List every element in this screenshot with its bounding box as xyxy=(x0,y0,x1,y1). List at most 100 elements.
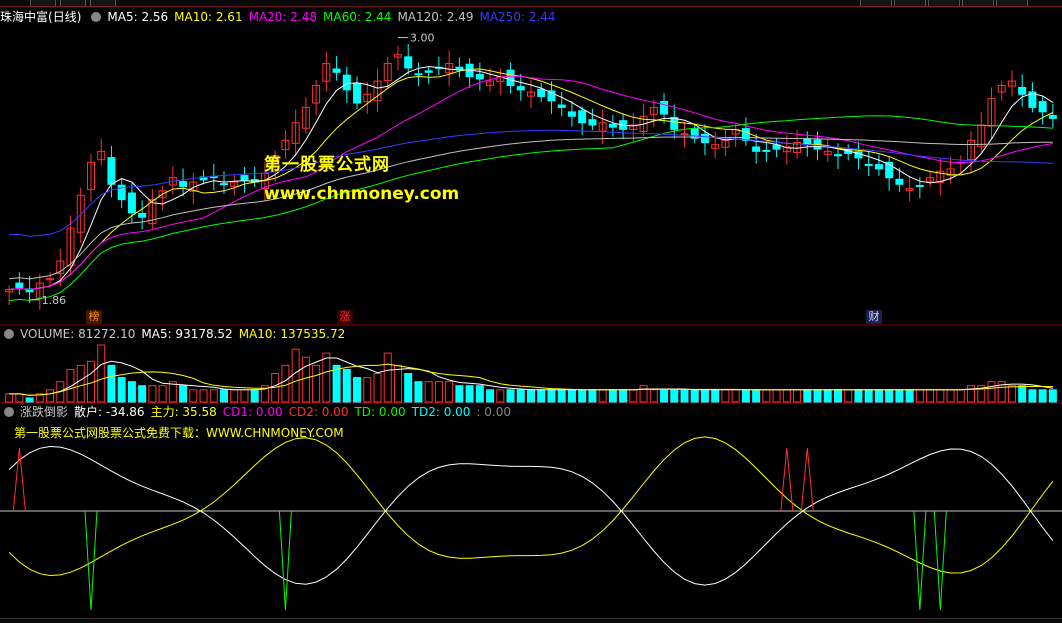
indicator_legend-1: 散户: -34.86 xyxy=(74,405,145,419)
watermark-url: www.chnmoney.com xyxy=(264,184,460,204)
volume-bar xyxy=(711,389,720,403)
volume-bar xyxy=(475,385,484,403)
candle-body xyxy=(1048,115,1057,119)
candle-body xyxy=(1018,86,1027,95)
volume-bar xyxy=(138,385,147,403)
volume-bar xyxy=(383,352,392,403)
volume-bar xyxy=(107,364,116,403)
volume-bar xyxy=(864,389,873,403)
volume-bar xyxy=(762,389,771,403)
volume-bar xyxy=(1038,389,1047,403)
volume-bar xyxy=(220,389,229,403)
indicator-spike-down xyxy=(933,510,947,611)
indicator_legend-4: CD2: 0.00 xyxy=(288,405,349,419)
candle-body xyxy=(475,73,484,80)
indicator-spike-up xyxy=(800,447,814,512)
volume-bar xyxy=(127,381,136,403)
volume-bar xyxy=(629,389,638,403)
stock-chart-window: 3.00 1.86 珠海中富(日线) MA5: 2.56 MA10: 2.61 MA20… xyxy=(0,0,1062,623)
volume_legend-2: MA10: 137535.72 xyxy=(238,327,346,341)
volume-bar xyxy=(363,377,372,403)
candle-body xyxy=(537,88,546,97)
volume-bar xyxy=(895,389,904,403)
high-price-label: 3.00 xyxy=(410,32,435,45)
candle-body xyxy=(240,175,249,181)
ma_legend-3: MA60: 2.44 xyxy=(323,10,392,24)
ma-line-ma120 xyxy=(9,136,1053,280)
volume-bar xyxy=(700,389,709,403)
volume-bar xyxy=(670,389,679,403)
volume-bar xyxy=(690,389,699,403)
candle-body xyxy=(506,69,515,86)
volume-bar xyxy=(619,389,628,403)
candle-body xyxy=(107,157,116,185)
volume-bar xyxy=(15,393,24,403)
candle-body xyxy=(179,181,188,187)
volume_legend-1: MA5: 93178.52 xyxy=(141,327,233,341)
volume-bar xyxy=(926,389,935,403)
volume-bar xyxy=(486,389,495,403)
volume-bar xyxy=(578,389,587,403)
volume-bar xyxy=(404,373,413,403)
indicator_legend-0: 涨跌倒影 xyxy=(20,405,69,419)
volume-bar xyxy=(547,389,556,403)
ma_legend-2: MA20: 2.48 xyxy=(248,10,318,24)
volume-bar xyxy=(496,389,505,403)
candle-body xyxy=(516,86,525,91)
settings-circle-icon[interactable] xyxy=(4,407,14,417)
ma-legend-items: MA5: 2.56 MA10: 2.61 MA20: 2.48 MA60: 2.44 M… xyxy=(107,10,561,24)
indicator_legend-5: TD: 0.00 xyxy=(354,405,406,419)
ma_legend-4: MA120: 2.49 xyxy=(397,10,474,24)
volume-bar xyxy=(793,389,802,403)
volume-bar xyxy=(936,389,945,403)
indicator_legend-2: 主力: 35.58 xyxy=(150,405,217,419)
event-tag-bang[interactable]: 榜 xyxy=(86,310,102,324)
volume-bar xyxy=(66,368,75,403)
volume-bar xyxy=(813,389,822,403)
volume-bar xyxy=(434,381,443,403)
volume-bar xyxy=(312,364,321,403)
volume-bar xyxy=(608,389,617,403)
event-tag-cai[interactable]: 财 xyxy=(866,310,882,324)
candle-body xyxy=(752,146,761,152)
date-axis-bar xyxy=(0,618,1062,623)
candle-body xyxy=(608,123,617,128)
volume-bar xyxy=(537,389,546,403)
indicator-legend-items: 涨跌倒影 散户: -34.86 主力: 35.58 CD1: 0.00 CD2: 0.0… xyxy=(20,405,517,419)
candle-body xyxy=(353,83,362,104)
candle-body xyxy=(424,70,433,73)
settings-circle-icon[interactable] xyxy=(91,12,102,22)
candle-body xyxy=(741,128,750,141)
volume-bar xyxy=(179,385,188,403)
volume-bar xyxy=(455,385,464,403)
volume-bar xyxy=(230,389,239,403)
volume-bar xyxy=(301,356,310,403)
candle-body xyxy=(15,282,24,288)
volume-bar xyxy=(250,389,259,403)
candle-body xyxy=(557,104,566,108)
candle-body xyxy=(864,163,873,166)
volume-bar xyxy=(772,389,781,403)
candle-body xyxy=(567,111,576,117)
volume-bar xyxy=(967,385,976,403)
settings-circle-icon[interactable] xyxy=(4,329,14,339)
volume-bar xyxy=(639,385,648,403)
event-tag-zhang[interactable]: 涨 xyxy=(337,310,353,324)
volume-bar xyxy=(649,389,658,403)
volume-legend-items: VOLUME: 81272.10 MA5: 93178.52 MA10: 13753… xyxy=(20,327,351,341)
volume-bar xyxy=(393,364,402,403)
volume-bar xyxy=(332,364,341,403)
low-price-label: 1.86 xyxy=(42,294,66,307)
chart-canvas[interactable]: 3.00 1.86 xyxy=(0,0,1062,623)
volume-bar xyxy=(322,352,331,403)
indicator_legend-3: CD1: 0.00 xyxy=(222,405,283,419)
volume-bar xyxy=(557,389,566,403)
volume-bar xyxy=(240,389,249,403)
volume-bar xyxy=(516,389,525,403)
volume-bar xyxy=(854,389,863,403)
volume-bar xyxy=(465,385,474,403)
candle-body xyxy=(332,68,341,73)
volume-bar xyxy=(424,381,433,403)
volume-bar xyxy=(567,389,576,403)
watermark-title: 第一股票公式网 xyxy=(264,155,390,175)
